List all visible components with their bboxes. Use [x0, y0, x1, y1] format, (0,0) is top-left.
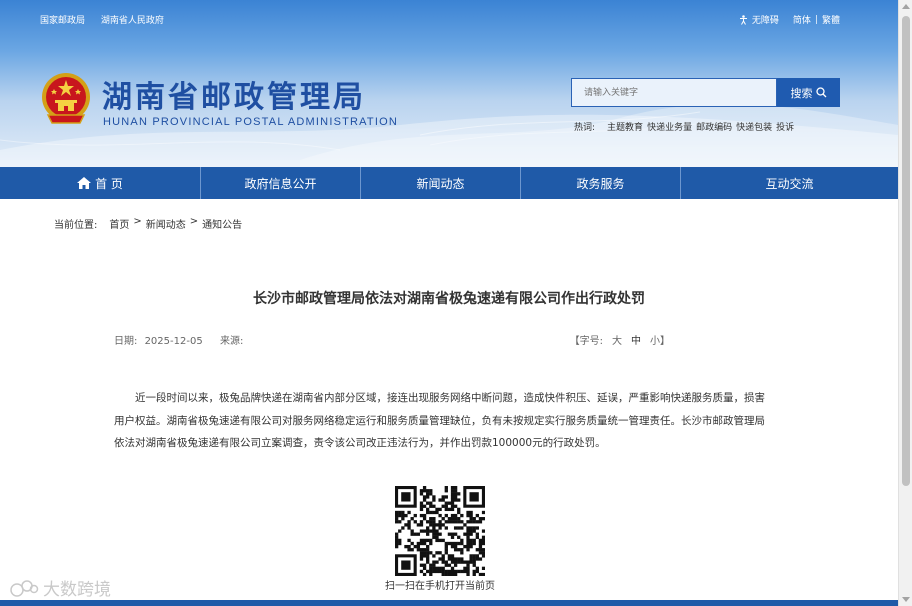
- article-source: 来源:: [220, 332, 243, 347]
- nav-item-services[interactable]: 政务服务: [521, 167, 681, 199]
- nav-label: 政府信息公开: [244, 176, 317, 191]
- source-label: 来源:: [220, 336, 244, 347]
- font-size-medium[interactable]: 中: [631, 332, 641, 347]
- watermark-text: 大数跨境: [43, 580, 111, 600]
- qr-code: [395, 486, 485, 576]
- search-icon: [815, 87, 826, 98]
- hotword-item[interactable]: 快递业务量: [647, 120, 692, 133]
- font-size-close: 】: [660, 336, 670, 347]
- vertical-scrollbar[interactable]: [898, 0, 912, 606]
- hotword-item[interactable]: 投诉: [776, 120, 794, 133]
- site-header: 国家邮政局 湖南省人民政府 无障碍 简体 | 繁體 湖南省邮政管理局 HUNAN…: [0, 0, 898, 167]
- hotword-item[interactable]: 邮政编码: [696, 120, 732, 133]
- top-link-hunan-government[interactable]: 湖南省人民政府: [101, 16, 164, 26]
- date-value: 2025-12-05: [144, 336, 203, 347]
- hotword-item[interactable]: 主题教育: [607, 120, 643, 133]
- breadcrumb-label: 当前位置:: [54, 220, 98, 231]
- toolbox: 无障碍 简体 | 繁體: [739, 13, 840, 26]
- top-link-state-post-bureau[interactable]: 国家邮政局: [40, 16, 85, 26]
- article-title: 长沙市邮政管理局依法对湖南省极兔速递有限公司作出行政处罚: [253, 291, 645, 307]
- nav-label: 互动交流: [765, 176, 814, 191]
- date-label: 日期:: [114, 336, 138, 347]
- watermark-logo-icon: [10, 579, 39, 597]
- main-nav: 首 页 政府信息公开 新闻动态 政务服务 互动交流: [0, 167, 898, 199]
- nav-item-gov-info[interactable]: 政府信息公开: [201, 167, 361, 199]
- font-size-large[interactable]: 大: [612, 332, 622, 347]
- article-date: 日期: 2025-12-05: [114, 332, 203, 347]
- hotwords: 热词: 主题教育 快递业务量 邮政编码 快递包装 投诉: [574, 120, 794, 133]
- font-size-controls: 【字号: 大 中 小 】: [570, 332, 670, 347]
- font-size-small[interactable]: 小: [650, 332, 660, 347]
- nav-item-news[interactable]: 新闻动态: [361, 167, 521, 199]
- breadcrumb: 当前位置: 首页 > 新闻动态 > 通知公告: [54, 216, 242, 231]
- site-subtitle: HUNAN PROVINCIAL POSTAL ADMINISTRATION: [103, 116, 398, 128]
- search-button[interactable]: 搜索: [777, 78, 840, 107]
- simplified-chinese-link[interactable]: 简体: [793, 13, 811, 26]
- scrollbar-thumb[interactable]: [902, 16, 910, 486]
- search-input[interactable]: [571, 78, 777, 107]
- nav-item-interaction[interactable]: 互动交流: [681, 167, 898, 199]
- accessibility-icon: [739, 14, 747, 25]
- breadcrumb-separator: >: [189, 216, 199, 227]
- breadcrumb-news[interactable]: 新闻动态: [146, 216, 186, 231]
- scroll-down-arrow-icon[interactable]: [902, 597, 910, 602]
- breadcrumb-notices[interactable]: 通知公告: [202, 216, 242, 231]
- footer-bar: [0, 600, 898, 606]
- toolbox-separator: |: [814, 14, 818, 25]
- qr-caption: 扫一扫在手机打开当前页: [385, 581, 495, 592]
- font-size-label: 【字号:: [569, 336, 603, 347]
- search-button-label: 搜索: [790, 86, 813, 100]
- nav-label: 新闻动态: [416, 176, 465, 191]
- national-emblem-icon: [42, 73, 90, 124]
- breadcrumb-home[interactable]: 首页: [109, 216, 129, 231]
- scroll-up-arrow-icon[interactable]: [902, 4, 910, 9]
- search-box: 搜索: [571, 78, 840, 107]
- article-body: 近一段时间以来，极兔品牌快递在湖南省内部分区域，接连出现服务网络中断问题，造成快…: [114, 392, 765, 449]
- nav-item-home[interactable]: 首 页: [0, 167, 201, 199]
- nav-label: 首 页: [95, 176, 123, 191]
- top-links: 国家邮政局 湖南省人民政府: [40, 13, 177, 26]
- site-title: 湖南省邮政管理局: [102, 80, 366, 115]
- breadcrumb-separator: >: [133, 216, 142, 227]
- nav-label: 政务服务: [576, 176, 625, 191]
- watermark: 大数跨境: [9, 575, 111, 600]
- hotwords-label: 热词:: [574, 123, 596, 133]
- traditional-chinese-link[interactable]: 繁體: [822, 13, 840, 26]
- hotword-item[interactable]: 快递包装: [736, 120, 772, 133]
- home-icon: [77, 177, 92, 189]
- accessibility-link[interactable]: 无障碍: [752, 13, 779, 26]
